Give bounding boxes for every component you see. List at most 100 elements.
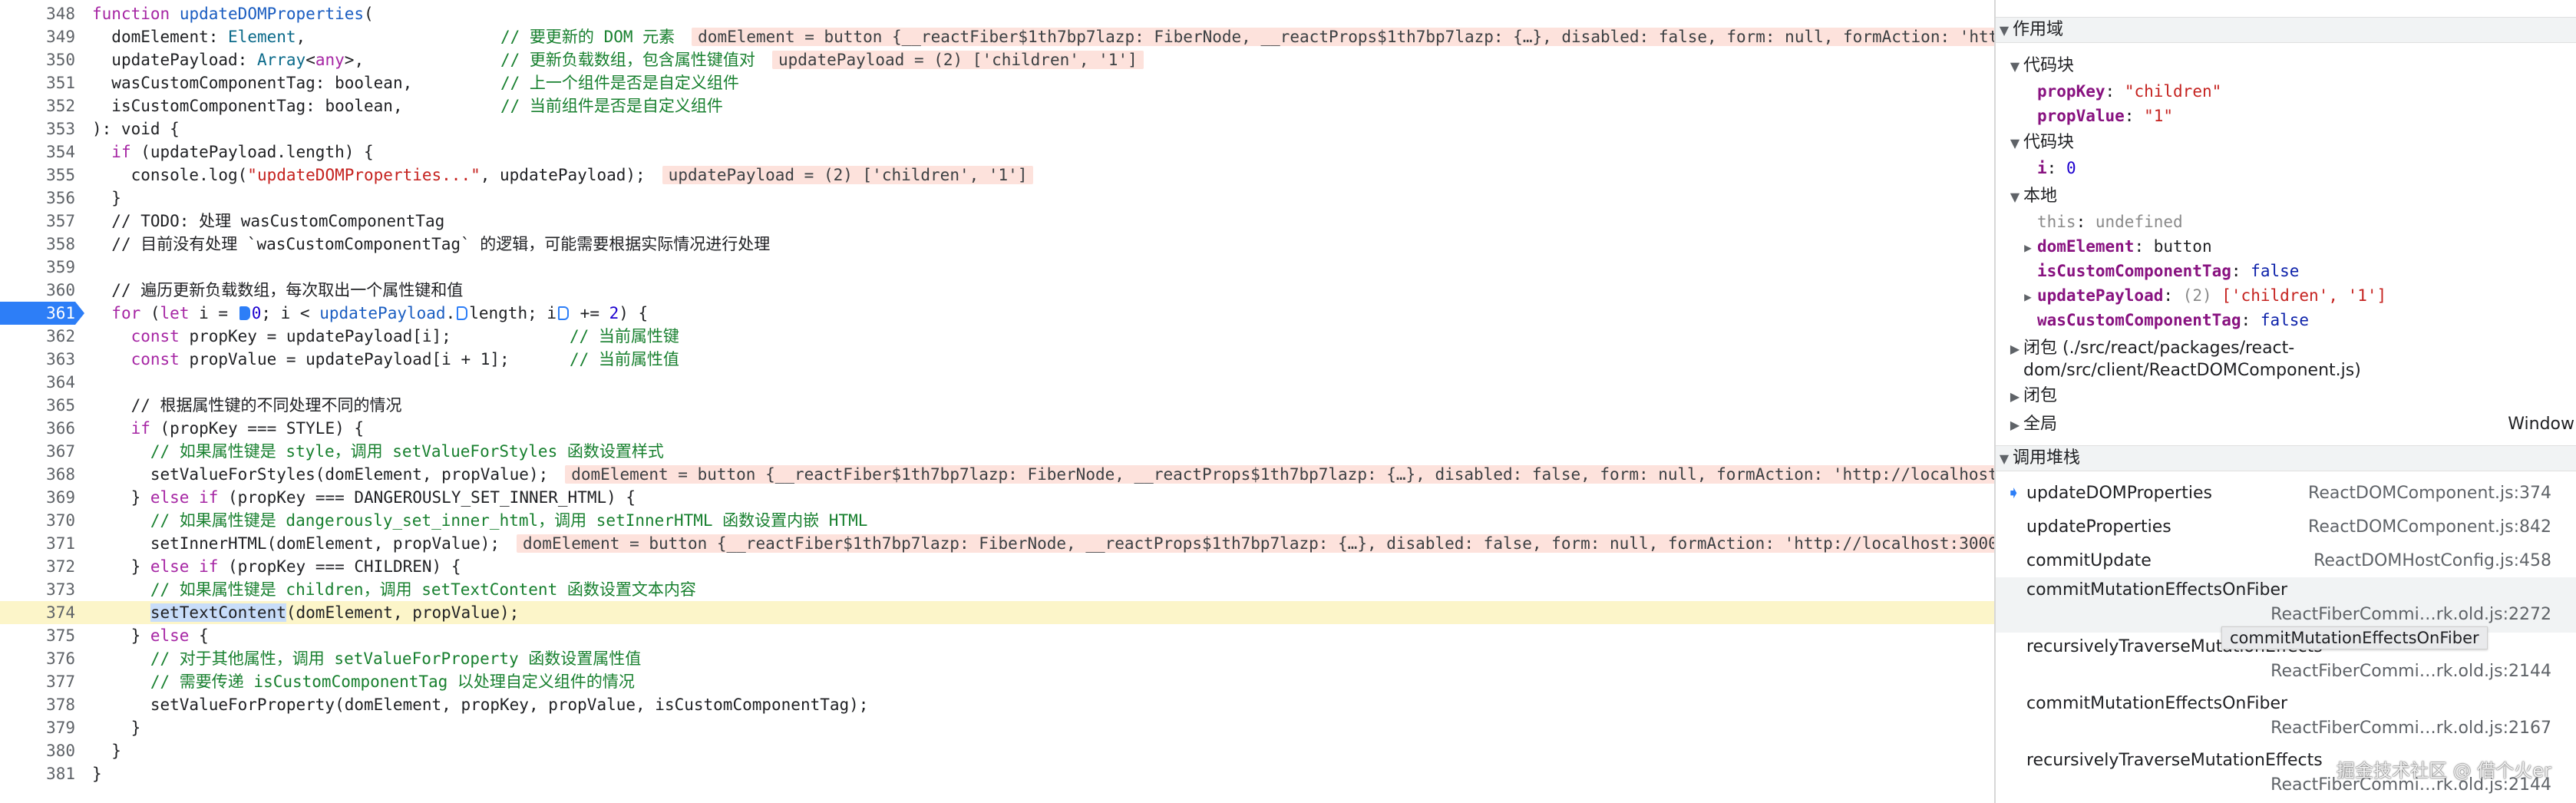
scope-variable[interactable]: isCustomComponentTag: false: [2037, 259, 2299, 283]
scope-variable[interactable]: i: 0: [2037, 156, 2076, 180]
line-number[interactable]: 357: [0, 210, 75, 233]
code-line[interactable]: 375 } else {: [0, 624, 1994, 647]
line-number[interactable]: 349: [0, 25, 75, 48]
line-number[interactable]: 360: [0, 279, 75, 302]
code-line[interactable]: 359: [0, 256, 1994, 279]
code-line[interactable]: 349 domElement: Element, // 要更新的 DOM 元素 d…: [0, 25, 1994, 48]
line-number[interactable]: 364: [0, 371, 75, 394]
scope-closure[interactable]: ▶ 闭包 (./src/react/packages/react- dom/src…: [2006, 338, 2361, 382]
callstack-section-header[interactable]: ▼ 调用堆栈: [1996, 445, 2576, 471]
chevron-down-icon[interactable]: ▼: [1996, 447, 2013, 471]
code-line[interactable]: 380 }: [0, 739, 1994, 762]
code-line[interactable]: 372 } else if (propKey === CHILDREN) {: [0, 555, 1994, 578]
inline-value-hint[interactable]: domElement = button {__reactFiber$1th7bp…: [565, 465, 1994, 484]
code-line[interactable]: 360 // 遍历更新负载数组，每次取出一个属性键和值: [0, 279, 1994, 302]
chevron-right-icon[interactable]: ▶: [2006, 413, 2023, 438]
line-number[interactable]: 376: [0, 647, 75, 670]
code-line[interactable]: 373 // 如果属性键是 children，调用 setTextContent…: [0, 578, 1994, 601]
breakpoint-line-number[interactable]: 361: [0, 302, 84, 325]
callstack-frame[interactable]: updateProperties ReactDOMComponent.js:84…: [1996, 514, 2576, 540]
code-line[interactable]: 351 wasCustomComponentTag: boolean, // 上…: [0, 71, 1994, 94]
line-number[interactable]: 378: [0, 693, 75, 716]
callstack-frame[interactable]: commitMutationEffectsOnFiber ReactFiberC…: [1996, 691, 2576, 746]
scope-variable[interactable]: ▶ domElement: button: [2019, 234, 2211, 260]
line-number[interactable]: 352: [0, 94, 75, 117]
code-line[interactable]: 357 // TODO: 处理 wasCustomComponentTag: [0, 210, 1994, 233]
code-line[interactable]: 381 }: [0, 762, 1994, 785]
line-number[interactable]: 365: [0, 394, 75, 417]
selected-text[interactable]: setTextContent: [150, 603, 286, 622]
line-number[interactable]: 353: [0, 117, 75, 140]
code-line[interactable]: 379 }: [0, 716, 1994, 739]
code-line[interactable]: 377 // 需要传递 isCustomComponentTag 以处理自定义组…: [0, 670, 1994, 693]
line-number[interactable]: 372: [0, 555, 75, 578]
line-number[interactable]: 367: [0, 440, 75, 463]
code-line[interactable]: 367 // 如果属性键是 style，调用 setValueForStyles…: [0, 440, 1994, 463]
code-line-current[interactable]: 374 setTextContent(domElement, propValue…: [0, 601, 1994, 624]
line-number[interactable]: 374: [0, 601, 75, 624]
chevron-down-icon[interactable]: ▼: [1996, 18, 2013, 43]
code-line[interactable]: 358 // 目前没有处理 `wasCustomComponentTag` 的逻…: [0, 233, 1994, 256]
code-line[interactable]: 356 }: [0, 187, 1994, 210]
chevron-down-icon[interactable]: ▼: [2006, 185, 2023, 210]
chevron-right-icon[interactable]: ▶: [2006, 339, 2023, 360]
code-line[interactable]: 363 const propValue = updatePayload[i + …: [0, 348, 1994, 371]
code-line[interactable]: 352 isCustomComponentTag: boolean, // 当前…: [0, 94, 1994, 117]
code-line[interactable]: 350 updatePayload: Array<any>, // 更新负载数组…: [0, 48, 1994, 71]
code-line[interactable]: 369 } else if (propKey === DANGEROUSLY_S…: [0, 486, 1994, 509]
chevron-right-icon[interactable]: ▶: [2019, 236, 2037, 260]
line-number[interactable]: 355: [0, 164, 75, 187]
chevron-down-icon[interactable]: ▼: [2006, 55, 2023, 79]
scope-variable[interactable]: this: undefined: [2037, 210, 2183, 234]
line-number[interactable]: 377: [0, 670, 75, 693]
inline-breakpoint-marker-icon[interactable]: [558, 306, 570, 320]
line-number[interactable]: 362: [0, 325, 75, 348]
scope-block-header[interactable]: ▼ 代码块: [1996, 54, 2576, 78]
inline-breakpoint-marker-icon[interactable]: [239, 306, 250, 320]
line-number[interactable]: 359: [0, 256, 75, 279]
code-line[interactable]: 371 setInnerHTML(domElement, propValue);…: [0, 532, 1994, 555]
line-number[interactable]: 350: [0, 48, 75, 71]
scope-section-header[interactable]: ▼ 作用域: [1996, 17, 2576, 43]
code-line-breakpoint[interactable]: 361 for (let i = 0; i < updatePayload. le…: [0, 302, 1994, 325]
line-number[interactable]: 375: [0, 624, 75, 647]
code-line[interactable]: 368 setValueForStyles(domElement, propVa…: [0, 463, 1994, 486]
scope-variable[interactable]: propKey: "children": [2037, 79, 2221, 104]
code-line[interactable]: 364: [0, 371, 1994, 394]
code-line[interactable]: 362 const propKey = updatePayload[i]; //…: [0, 325, 1994, 348]
scope-variable[interactable]: ▶ updatePayload: (2) ['children', '1']: [2019, 283, 2386, 308]
line-number[interactable]: 368: [0, 463, 75, 486]
inline-value-hint[interactable]: domElement = button {__reactFiber$1th7bp…: [517, 534, 1994, 553]
inline-value-hint[interactable]: updatePayload = (2) ['children', '1']: [771, 51, 1144, 69]
line-number[interactable]: 363: [0, 348, 75, 371]
code-line[interactable]: 366 if (propKey === STYLE) {: [0, 417, 1994, 440]
code-line[interactable]: 348 function updateDOMProperties(: [0, 2, 1994, 25]
line-number[interactable]: 371: [0, 532, 75, 555]
callstack-frame-hover[interactable]: commitMutationEffectsOnFiber ReactFiberC…: [1996, 577, 2576, 633]
scope-global[interactable]: ▶ 全局 Window: [1996, 412, 2576, 437]
line-number[interactable]: 351: [0, 71, 75, 94]
code-line[interactable]: 354 if (updatePayload.length) {: [0, 140, 1994, 164]
source-editor[interactable]: 348 function updateDOMProperties( 349 do…: [0, 0, 1994, 803]
chevron-right-icon[interactable]: ▶: [2006, 385, 2023, 409]
inline-value-hint[interactable]: domElement = button {__reactFiber$1th7bp…: [692, 28, 1994, 46]
line-number[interactable]: 348: [0, 2, 75, 25]
line-number[interactable]: 381: [0, 762, 75, 785]
chevron-right-icon[interactable]: ▶: [2019, 285, 2037, 309]
line-number[interactable]: 369: [0, 486, 75, 509]
inline-breakpoint-marker-icon[interactable]: [457, 306, 468, 320]
callstack-frame-active[interactable]: ➧ updateDOMProperties ReactDOMComponent.…: [1996, 481, 2576, 507]
line-number[interactable]: 379: [0, 716, 75, 739]
line-number[interactable]: 370: [0, 509, 75, 532]
scope-variable[interactable]: wasCustomComponentTag: false: [2037, 308, 2309, 332]
code-line[interactable]: 355 console.log("updateDOMProperties..."…: [0, 164, 1994, 187]
code-line[interactable]: 376 // 对于其他属性，调用 setValueForProperty 函数设…: [0, 647, 1994, 670]
inline-value-hint[interactable]: updatePayload = (2) ['children', '1']: [662, 166, 1034, 184]
code-line[interactable]: 378 setValueForProperty(domElement, prop…: [0, 693, 1994, 716]
line-number[interactable]: 366: [0, 417, 75, 440]
line-number[interactable]: 380: [0, 739, 75, 762]
scope-block-header[interactable]: ▼ 代码块: [1996, 131, 2576, 155]
line-number[interactable]: 354: [0, 140, 75, 164]
chevron-down-icon[interactable]: ▼: [2006, 131, 2023, 156]
line-number[interactable]: 358: [0, 233, 75, 256]
